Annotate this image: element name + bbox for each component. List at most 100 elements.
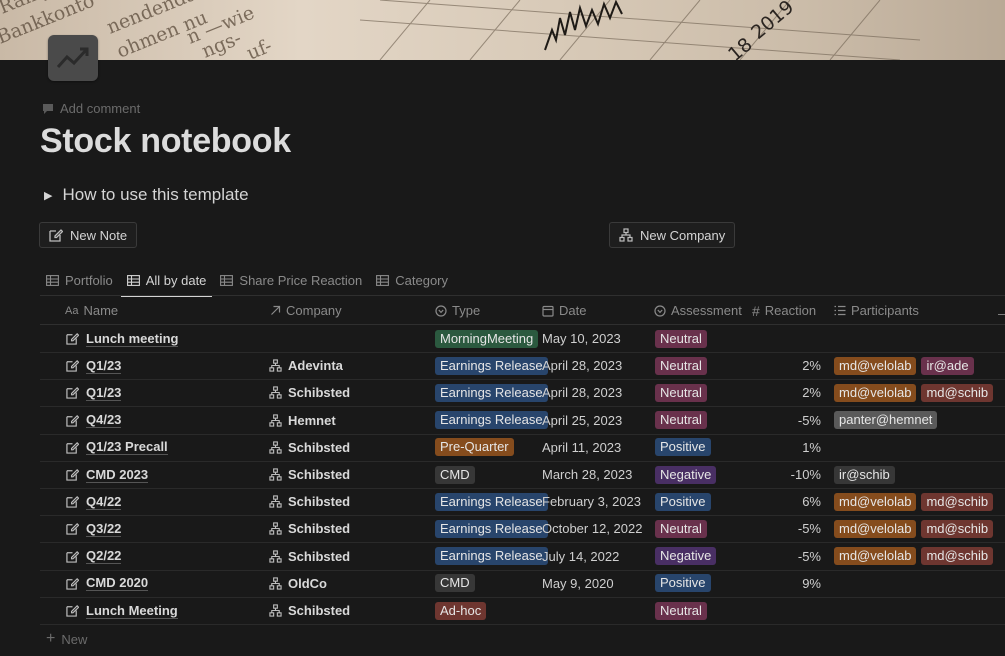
row-company-cell[interactable]: Adevinta — [269, 352, 343, 379]
row-name[interactable]: CMD 2023 — [86, 467, 149, 483]
row-assessment-cell[interactable]: Neutral — [655, 379, 707, 406]
row-assessment-cell[interactable]: Negative — [655, 543, 717, 570]
row-type-cell[interactable]: Earnings Release — [435, 379, 548, 406]
row-type-cell[interactable]: Ad-hoc — [435, 597, 487, 624]
page-title[interactable]: Stock notebook — [40, 122, 291, 161]
row-date-cell[interactable]: March 28, 2023 — [542, 461, 632, 488]
table-row[interactable]: Q4/23 Hemnet Earnings Release April 25, 202… — [40, 407, 1005, 435]
column-header-assessment[interactable]: Assessment — [654, 297, 742, 324]
row-date-cell[interactable]: April 28, 2023 — [542, 379, 622, 406]
row-reaction-cell[interactable]: 1% — [752, 434, 821, 461]
new-note-button[interactable]: New Note — [39, 222, 138, 248]
column-header-participants[interactable]: Participants — [834, 297, 919, 324]
row-assessment-cell[interactable]: Positive — [655, 570, 711, 597]
row-name-cell[interactable]: CMD 2023 — [66, 461, 149, 488]
column-header-date[interactable]: Date — [542, 297, 586, 324]
tab-all-by-date[interactable]: All by date — [120, 266, 213, 297]
row-type-cell[interactable]: CMD — [435, 461, 475, 488]
row-name[interactable]: Q4/23 — [86, 412, 122, 429]
row-company[interactable]: Adevinta — [288, 358, 343, 373]
row-type-cell[interactable]: Earnings Release — [435, 488, 548, 515]
row-name-cell[interactable]: Q4/23 — [66, 407, 122, 434]
add-comment-button[interactable]: Add comment — [42, 101, 140, 116]
row-date-cell[interactable]: May 10, 2023 — [542, 325, 621, 352]
row-reaction-cell[interactable]: -5% — [752, 407, 821, 434]
row-name[interactable]: Q4/22 — [86, 494, 122, 510]
row-name-cell[interactable]: Lunch Meeting — [66, 597, 178, 624]
table-row[interactable]: Q3/22 Schibsted Earnings Release October 12… — [40, 515, 1005, 544]
row-assessment-cell[interactable]: Neutral — [655, 352, 707, 379]
row-date-cell[interactable]: April 28, 2023 — [542, 352, 622, 379]
row-reaction-cell[interactable]: 6% — [752, 488, 821, 515]
triangle-right-icon[interactable]: ▶ — [44, 189, 52, 202]
page-icon[interactable] — [48, 35, 98, 81]
row-participants-cell[interactable]: md@velolab md@schib — [834, 543, 994, 570]
table-row[interactable]: Q1/23 Schibsted Earnings Release April 28, … — [40, 379, 1005, 408]
row-participants-cell[interactable]: md@velolab md@schib — [834, 379, 994, 406]
row-reaction-cell[interactable]: -5% — [752, 543, 821, 570]
column-header-name[interactable]: Aa Name — [65, 297, 118, 324]
row-company-cell[interactable]: Schibsted — [269, 543, 350, 570]
row-name[interactable]: Lunch Meeting — [86, 603, 178, 619]
row-name-cell[interactable]: CMD 2020 — [66, 570, 149, 597]
table-row[interactable]: CMD 2023 Schibsted CMD March 28, 2023 Negati… — [40, 461, 1005, 489]
row-assessment-cell[interactable]: Positive — [655, 434, 711, 461]
row-date-cell[interactable]: July 14, 2022 — [542, 543, 619, 570]
row-assessment-cell[interactable]: Positive — [655, 488, 711, 515]
row-company-cell[interactable]: OldCo — [269, 570, 327, 597]
row-type-cell[interactable]: MorningMeeting — [435, 325, 539, 352]
row-name-cell[interactable]: Q4/22 — [66, 488, 122, 515]
row-company[interactable]: Schibsted — [288, 440, 350, 455]
row-participants-cell[interactable]: md@velolab ir@ade — [834, 352, 974, 379]
column-header-reaction[interactable]: # Reaction — [752, 297, 816, 324]
row-reaction-cell[interactable]: 2% — [752, 379, 821, 406]
tab-portfolio[interactable]: Portfolio — [40, 266, 119, 295]
table-row[interactable]: CMD 2020 OldCo CMD May 9, 2020 Positive 9% — [40, 570, 1005, 598]
row-name[interactable]: Lunch meeting — [86, 331, 179, 347]
row-company[interactable]: OldCo — [288, 576, 327, 591]
row-company-cell[interactable]: Schibsted — [269, 434, 350, 461]
row-reaction-cell[interactable]: 2% — [752, 352, 821, 379]
row-assessment-cell[interactable]: Neutral — [655, 325, 707, 352]
row-name[interactable]: Q1/23 — [86, 385, 122, 401]
row-name[interactable]: CMD 2020 — [86, 575, 149, 592]
table-row[interactable]: Q1/23 Adevinta Earnings Release April 28, 2… — [40, 352, 1005, 381]
row-name-cell[interactable]: Q3/22 — [66, 515, 122, 542]
table-row[interactable]: Q1/23 Precall Schibsted Pre-Quarter April 1… — [40, 434, 1005, 462]
row-type-cell[interactable]: Pre-Quarter — [435, 434, 514, 461]
row-assessment-cell[interactable]: Neutral — [655, 597, 707, 624]
row-company-cell[interactable]: Schibsted — [269, 515, 350, 542]
row-name-cell[interactable]: Q1/23 Precall — [66, 434, 168, 461]
row-type-cell[interactable]: CMD — [435, 570, 475, 597]
row-name[interactable]: Q3/22 — [86, 521, 122, 537]
row-date-cell[interactable]: May 9, 2020 — [542, 570, 614, 597]
row-name-cell[interactable]: Q1/23 — [66, 379, 122, 406]
row-company[interactable]: Schibsted — [288, 385, 350, 400]
row-company-cell[interactable]: Schibsted — [269, 597, 350, 624]
table-row[interactable]: Lunch meeting MorningMeeting May 10, 2023 N… — [40, 325, 1005, 353]
row-participants-cell[interactable]: panter@hemnet — [834, 407, 938, 434]
row-name[interactable]: Q1/23 Precall — [86, 439, 168, 456]
row-company-cell[interactable]: Hemnet — [269, 407, 336, 434]
row-company[interactable]: Schibsted — [288, 549, 350, 564]
toggle-how-to-use[interactable]: ▶ How to use this template — [44, 185, 249, 205]
row-date-cell[interactable]: April 11, 2023 — [542, 434, 621, 461]
row-assessment-cell[interactable]: Neutral — [655, 515, 707, 542]
table-row[interactable]: Q2/22 Schibsted Earnings Release July 14, 2… — [40, 543, 1005, 571]
row-participants-cell[interactable]: md@velolab md@schib — [834, 515, 994, 542]
row-name[interactable]: Q2/22 — [86, 548, 122, 565]
row-name-cell[interactable]: Q2/22 — [66, 543, 122, 570]
tab-share-price-reaction[interactable]: Share Price Reaction — [214, 266, 368, 295]
more-columns-icon[interactable]: – — [998, 306, 1005, 321]
row-company-cell[interactable]: Schibsted — [269, 461, 350, 488]
row-participants-cell[interactable]: md@velolab md@schib — [834, 488, 994, 515]
row-type-cell[interactable]: Earnings Release — [435, 407, 548, 434]
table-row[interactable]: Q4/22 Schibsted Earnings Release February 3… — [40, 488, 1005, 517]
row-company[interactable]: Schibsted — [288, 521, 350, 536]
row-name-cell[interactable]: Q1/23 — [66, 352, 122, 379]
new-company-button[interactable]: New Company — [609, 222, 736, 248]
row-reaction-cell[interactable]: -10% — [752, 461, 821, 488]
row-company[interactable]: Schibsted — [288, 603, 350, 618]
row-type-cell[interactable]: Earnings Release — [435, 543, 548, 570]
new-row-button[interactable]: + New — [46, 630, 87, 648]
